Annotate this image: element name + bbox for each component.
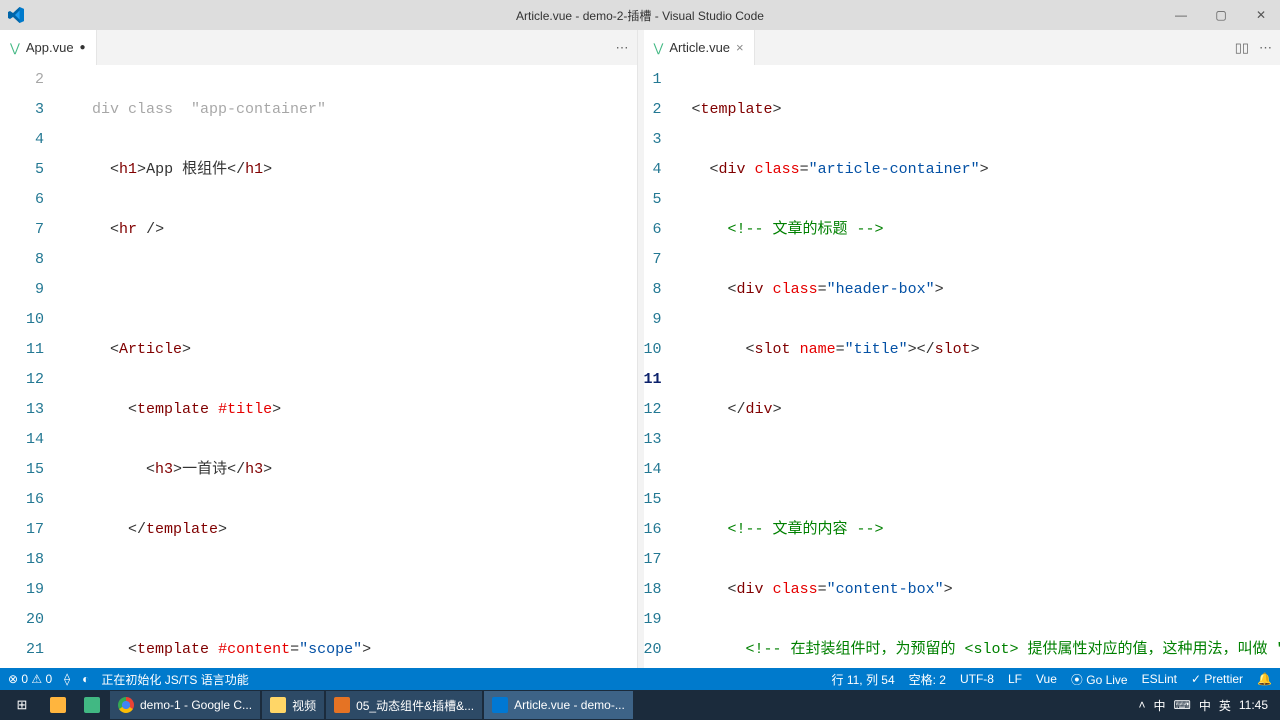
line-numbers-right: 123456789101112131415161718192021 <box>644 65 680 668</box>
text: App 根组件 <box>146 161 227 178</box>
code-left[interactable]: div class "app-container" <h1>App 根组件</h… <box>62 65 637 668</box>
minimize-icon[interactable]: — <box>1170 8 1192 22</box>
eslint-status[interactable]: ESLint <box>1142 672 1177 686</box>
attr-val: "scope" <box>299 641 362 658</box>
vscode-logo-icon <box>8 7 24 23</box>
indent-status[interactable]: 空格: 2 <box>909 671 946 688</box>
code-right[interactable]: <template> <div class="article-container… <box>680 65 1280 668</box>
taskbar-label: 05_动态组件&插槽&... <box>356 697 474 714</box>
prettier-status[interactable]: ✓ Prettier <box>1191 672 1243 686</box>
tab-close-icon[interactable]: × <box>736 40 744 55</box>
tab-bar-right: ⋁ Article.vue × ▯▯ ⋯ <box>644 30 1280 65</box>
ime-indicator[interactable]: 中 <box>1153 697 1165 714</box>
port-icon[interactable]: ⟠ <box>64 672 70 686</box>
split-layout-icon[interactable]: ▯▯ <box>1235 40 1249 56</box>
comment: <!-- 在封装组件时，为预留的 <slot> 提供属性对应的值，这种用法，叫做… <box>746 641 1280 658</box>
clock[interactable]: 11:45 <box>1239 698 1268 712</box>
tab-bar-left: ⋁ App.vue ● ⋯ <box>0 30 637 65</box>
text: 一首诗 <box>182 461 227 478</box>
line-numbers-left: 2345678910111213141516171819202122 <box>0 65 62 668</box>
taskbar-vscode[interactable]: Article.vue - demo-... <box>484 691 633 719</box>
comment: <!-- 文章的内容 --> <box>728 521 884 538</box>
eol-status[interactable]: LF <box>1008 672 1022 686</box>
loading-icon: ◐ <box>82 672 89 686</box>
attr-val: "article-container" <box>809 161 980 178</box>
cursor-position[interactable]: 行 11, 列 54 <box>831 671 894 688</box>
status-bar: ⊗ 0 ⚠ 0 ⟠ ◐ 正在初始化 JS/TS 语言功能 行 11, 列 54 … <box>0 668 1280 690</box>
encoding-status[interactable]: UTF-8 <box>960 672 994 686</box>
editor-right-pane: ⋁ Article.vue × ▯▯ ⋯ 1234567891011121314… <box>644 30 1280 668</box>
taskbar-app[interactable] <box>42 691 74 719</box>
tab-app-vue[interactable]: ⋁ App.vue ● <box>0 30 97 65</box>
taskbar-label: Article.vue - demo-... <box>514 698 625 712</box>
ime-ch[interactable]: 中 <box>1199 697 1211 714</box>
window-titlebar: Article.vue - demo-2-插槽 - Visual Studio … <box>0 0 1280 30</box>
taskbar-label: demo-1 - Google C... <box>140 698 252 712</box>
keyboard-icon[interactable]: ⌨ <box>1174 698 1191 712</box>
start-button[interactable]: ⊞ <box>4 691 40 719</box>
attr-val: "header-box" <box>827 281 935 298</box>
attr-val: "content-box" <box>827 581 944 598</box>
editor-right[interactable]: 123456789101112131415161718192021 <templ… <box>644 65 1280 668</box>
tab-label: Article.vue <box>669 40 730 55</box>
taskbar-app[interactable] <box>76 691 108 719</box>
close-icon[interactable]: ✕ <box>1250 8 1272 22</box>
vue-file-icon: ⋁ <box>654 41 664 55</box>
tab-label: App.vue <box>26 40 74 55</box>
attr-val: "title" <box>845 341 908 358</box>
problems-status[interactable]: ⊗ 0 ⚠ 0 <box>8 672 52 686</box>
window-title: Article.vue - demo-2-插槽 - Visual Studio … <box>516 7 764 24</box>
init-status: 正在初始化 JS/TS 语言功能 <box>101 671 248 688</box>
tab-article-vue[interactable]: ⋁ Article.vue × <box>644 30 755 65</box>
language-status[interactable]: Vue <box>1036 672 1057 686</box>
go-live-button[interactable]: ⦿ Go Live <box>1071 671 1128 688</box>
more-icon[interactable]: ⋯ <box>1259 40 1272 56</box>
tab-dirty-dot-icon: ● <box>80 42 86 53</box>
maximize-icon[interactable]: ▢ <box>1210 8 1232 22</box>
windows-taskbar: ⊞ demo-1 - Google C... 视频 05_动态组件&插槽&...… <box>0 690 1280 720</box>
bell-icon[interactable]: 🔔 <box>1257 672 1272 686</box>
tray-up-icon[interactable]: ˄ <box>1138 698 1145 712</box>
taskbar-explorer[interactable]: 视频 <box>262 691 324 719</box>
taskbar-powerpoint[interactable]: 05_动态组件&插槽&... <box>326 691 482 719</box>
editor-left-pane: ⋁ App.vue ● ⋯ 23456789101112131415161718… <box>0 30 638 668</box>
taskbar-label: 视频 <box>292 697 316 714</box>
taskbar-chrome[interactable]: demo-1 - Google C... <box>110 691 260 719</box>
comment: <!-- 文章的标题 --> <box>728 221 884 238</box>
editor-left[interactable]: 2345678910111213141516171819202122 div c… <box>0 65 637 668</box>
ime-en[interactable]: 英 <box>1219 697 1231 714</box>
more-icon[interactable]: ⋯ <box>616 40 629 56</box>
vue-file-icon: ⋁ <box>10 41 20 55</box>
